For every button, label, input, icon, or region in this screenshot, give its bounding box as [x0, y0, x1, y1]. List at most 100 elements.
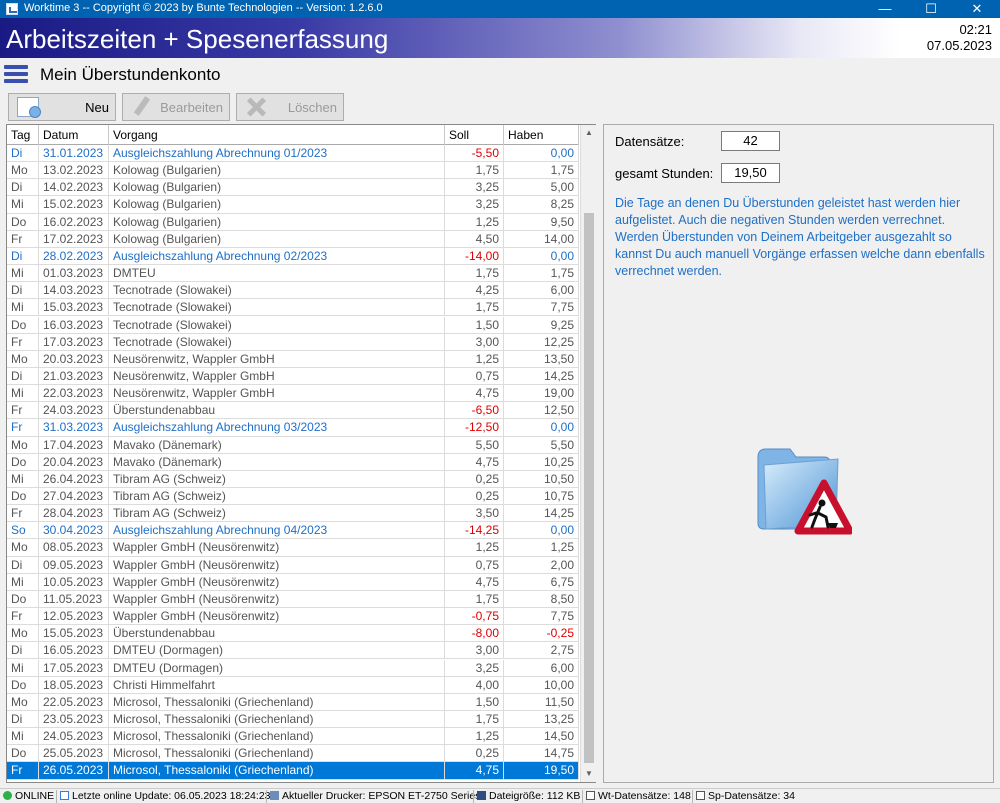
table-row[interactable]: Mi 26.04.2023 Tibram AG (Schweiz) 0,25 10,50 [7, 470, 579, 488]
table-row[interactable]: Mi 15.03.2023 Tecnotrade (Slowakei) 1,75 7,7… [7, 299, 579, 317]
cell-haben: 0,00 [504, 522, 579, 539]
cell-soll: 1,75 [445, 162, 504, 179]
table-row[interactable]: Mi 01.03.2023 DMTEU 1,75 1,75 [7, 265, 579, 283]
cell-soll: 0,75 [445, 556, 504, 573]
cell-datum: 24.05.2023 [39, 728, 109, 745]
table-row[interactable]: Do 27.04.2023 Tibram AG (Schweiz) 0,25 10,75 [7, 488, 579, 506]
cell-tag: Do [7, 745, 39, 762]
table-row[interactable]: Mi 15.02.2023 Kolowag (Bulgarien) 3,25 8,25 [7, 196, 579, 214]
cell-tag: Mi [7, 728, 39, 745]
cell-tag: Mo [7, 625, 39, 642]
header-vorgang[interactable]: Vorgang [109, 125, 445, 145]
cell-haben: 14,25 [504, 367, 579, 385]
table-row[interactable]: Mo 17.04.2023 Mavako (Dänemark) 5,50 5,50 [7, 436, 579, 454]
status-printer: Aktueller Drucker: EPSON ET-2750 Series [270, 790, 480, 803]
table-row[interactable]: Do 20.04.2023 Mavako (Dänemark) 4,75 10,25 [7, 453, 579, 471]
new-button[interactable]: Neu [8, 93, 116, 121]
cell-haben: 2,75 [504, 642, 579, 659]
table-row[interactable]: Di 21.03.2023 Neusörenwitz, Wappler GmbH 0,… [7, 367, 579, 386]
table-row[interactable]: Fr 26.05.2023 Microsol, Thessaloniki (Grie… [7, 762, 579, 780]
cell-soll: 3,00 [445, 333, 504, 350]
cell-datum: 17.05.2023 [39, 659, 109, 676]
cell-tag: Do [7, 676, 39, 693]
table-row[interactable]: Do 25.05.2023 Microsol, Thessaloniki (Grie… [7, 745, 579, 763]
info-description: Die Tage an denen Du Überstunden geleist… [615, 196, 985, 278]
cell-vorgang: Kolowag (Bulgarien) [109, 179, 445, 196]
cell-datum: 17.04.2023 [39, 436, 109, 453]
header-soll[interactable]: Soll [445, 125, 504, 145]
cell-vorgang: Kolowag (Bulgarien) [109, 196, 445, 213]
header-datum[interactable]: Datum [39, 125, 109, 145]
table-row[interactable]: Mi 24.05.2023 Microsol, Thessaloniki (Grie… [7, 728, 579, 746]
table-row[interactable]: Fr 17.03.2023 Tecnotrade (Slowakei) 3,00 12,… [7, 333, 579, 351]
table-row[interactable]: Di 14.03.2023 Tecnotrade (Slowakei) 4,25 6,0… [7, 282, 579, 300]
maximize-button[interactable]: ☐ [908, 0, 954, 18]
table-row[interactable]: Do 16.02.2023 Kolowag (Bulgarien) 1,25 9,50 [7, 213, 579, 231]
header-tag[interactable]: Tag [7, 125, 39, 145]
cell-haben: 6,75 [504, 573, 579, 590]
table-row[interactable]: Do 16.03.2023 Tecnotrade (Slowakei) 1,50 9,2… [7, 316, 579, 334]
cell-tag: Mo [7, 693, 39, 710]
cell-vorgang: Ausgleichszahlung Abrechnung 01/2023 [109, 145, 445, 162]
cell-tag: Fr [7, 505, 39, 522]
cell-soll: 1,75 [445, 265, 504, 282]
cell-haben: 6,00 [504, 659, 579, 676]
table-icon [586, 791, 595, 800]
table-row[interactable]: Mi 22.03.2023 Neusörenwitz, Wappler GmbH 4,… [7, 385, 579, 403]
table-row[interactable]: Mo 20.03.2023 Neusörenwitz, Wappler GmbH 1,… [7, 350, 579, 368]
folder-construction-icon [757, 448, 852, 535]
table-icon [696, 791, 705, 800]
cell-datum: 17.03.2023 [39, 333, 109, 350]
window-titlebar[interactable]: Worktime 3 -- Copyright © 2023 by Bunte … [0, 0, 1000, 18]
cell-tag: Mi [7, 573, 39, 590]
scroll-down-arrow-icon[interactable]: ▼ [581, 766, 597, 782]
status-online-text: ONLINE [15, 790, 55, 802]
scroll-up-arrow-icon[interactable]: ▲ [581, 125, 597, 141]
clock: 02:21 07.05.2023 [927, 22, 992, 54]
edit-button[interactable]: Bearbeiten [122, 93, 230, 121]
table-row[interactable]: Di 14.02.2023 Kolowag (Bulgarien) 3,25 5,00 [7, 179, 579, 197]
table-row[interactable]: Mo 08.05.2023 Wappler GmbH (Neusörenwitz) 1… [7, 539, 579, 557]
table-row[interactable]: Fr 31.03.2023 Ausgleichszahlung Abrechnung… [7, 419, 579, 437]
cell-soll: -12,50 [445, 419, 504, 436]
table-row[interactable]: Fr 28.04.2023 Tibram AG (Schweiz) 3,50 14,25 [7, 505, 579, 523]
table-row[interactable]: Mo 13.02.2023 Kolowag (Bulgarien) 1,75 1,75 [7, 162, 579, 180]
table-row[interactable]: Mo 15.05.2023 Überstundenabbau -8,00 -0,25 [7, 625, 579, 643]
table-row[interactable]: Fr 24.03.2023 Überstundenabbau -6,50 12,50 [7, 402, 579, 420]
table-row[interactable]: Di 28.02.2023 Ausgleichszahlung Abrechnung… [7, 247, 579, 266]
close-button[interactable]: ✕ [954, 0, 1000, 18]
table-row[interactable]: Di 23.05.2023 Microsol, Thessaloniki (Grie… [7, 710, 579, 729]
cell-haben: 19,00 [504, 385, 579, 402]
table-row[interactable]: Di 16.05.2023 DMTEU (Dormagen) 3,00 2,75 [7, 642, 579, 660]
table-row[interactable]: So 30.04.2023 Ausgleichszahlung Abrechnung… [7, 522, 579, 540]
cell-datum: 23.05.2023 [39, 710, 109, 728]
cell-tag: So [7, 522, 39, 539]
table-row[interactable]: Fr 17.02.2023 Kolowag (Bulgarien) 4,50 14,00 [7, 230, 579, 248]
table-row[interactable]: Mo 22.05.2023 Microsol, Thessaloniki (Grie… [7, 693, 579, 711]
app-title: Arbeitszeiten + Spesenerfassung [6, 24, 389, 54]
table-row[interactable]: Mi 17.05.2023 DMTEU (Dormagen) 3,25 6,00 [7, 659, 579, 677]
table-row[interactable]: Di 31.01.2023 Ausgleichszahlung Abrechnung… [7, 145, 579, 163]
menu-icon[interactable] [4, 63, 28, 85]
cell-vorgang: Microsol, Thessaloniki (Griechenland) [109, 710, 445, 728]
table-row[interactable]: Do 18.05.2023 Christi Himmelfahrt 4,00 10,00 [7, 676, 579, 694]
table-row[interactable]: Di 09.05.2023 Wappler GmbH (Neusörenwitz) 0… [7, 556, 579, 574]
cell-haben: 7,75 [504, 299, 579, 316]
cell-haben: 12,25 [504, 333, 579, 350]
cell-vorgang: Microsol, Thessaloniki (Griechenland) [109, 745, 445, 762]
table-row[interactable]: Do 11.05.2023 Wappler GmbH (Neusörenwitz) 1… [7, 590, 579, 609]
header-haben[interactable]: Haben [504, 125, 579, 145]
scrollbar-thumb[interactable] [584, 213, 594, 763]
minimize-button[interactable]: — [862, 0, 908, 18]
table-row[interactable]: Fr 12.05.2023 Wappler GmbH (Neusörenwitz) -… [7, 608, 579, 626]
cell-tag: Mi [7, 196, 39, 213]
cell-soll: 4,00 [445, 676, 504, 693]
delete-button[interactable]: Löschen [236, 93, 344, 121]
table-scrollbar[interactable]: ▲ ▼ [580, 125, 596, 782]
overtime-table[interactable]: Tag Datum Vorgang Soll Haben Di 31.01.202… [6, 124, 596, 783]
cell-vorgang: Wappler GmbH (Neusörenwitz) [109, 608, 445, 625]
cell-soll: 1,75 [445, 590, 504, 608]
table-row[interactable]: Mi 10.05.2023 Wappler GmbH (Neusörenwitz) 4… [7, 573, 579, 591]
cell-datum: 22.05.2023 [39, 693, 109, 710]
cell-haben: 11,50 [504, 693, 579, 710]
